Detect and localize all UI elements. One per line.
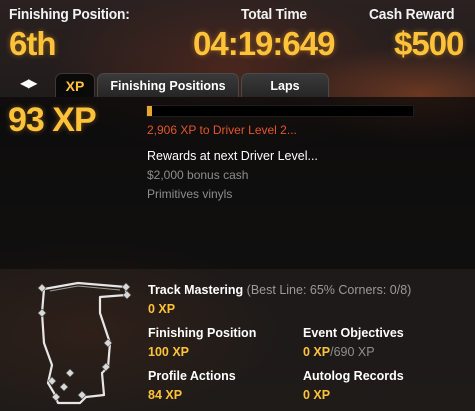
reward-item: Primitives vinyls [147, 187, 233, 201]
tab-xp[interactable]: XP [55, 73, 95, 97]
finishing-position-xp-value: 100 XP [148, 345, 190, 359]
autolog-records-label: Autolog Records [303, 369, 404, 383]
event-objectives-row: 0 XP/690 XP [303, 345, 375, 359]
cash-reward-value: $500 [394, 25, 464, 62]
reward-item: $2,000 bonus cash [147, 168, 249, 182]
tab-bar: ◀▶ XP Finishing Positions Laps [0, 73, 475, 97]
finishing-position-xp-label: Finishing Position [148, 326, 257, 340]
profile-actions-label: Profile Actions [148, 369, 236, 383]
rewards-title: Rewards at next Driver Level... [147, 149, 318, 163]
event-objectives-label: Event Objectives [303, 326, 404, 340]
track-mastering-value: 0 XP [148, 302, 176, 316]
xp-earned: 93 XP [8, 101, 97, 139]
event-objectives-value: 0 XP [303, 345, 331, 359]
track-map [30, 273, 140, 411]
autolog-records-value: 0 XP [303, 388, 331, 402]
driver-level-progress-fill [147, 106, 153, 116]
finishing-position-label: Finishing Position: [9, 6, 130, 23]
tab-laps[interactable]: Laps [241, 73, 329, 97]
track-mastering-row: Track Mastering (Best Line: 65% Corners:… [148, 283, 411, 297]
left-right-arrows-icon[interactable]: ◀▶ [20, 76, 37, 90]
cash-reward-label: Cash Reward [369, 6, 455, 23]
xp-to-next-level: 2,906 XP to Driver Level 2... [147, 123, 297, 137]
track-mastering-detail: (Best Line: 65% Corners: 0/8) [246, 283, 412, 297]
track-map-icon [37, 281, 132, 405]
total-time-label: Total Time [241, 6, 307, 23]
finishing-position-value: 6th [9, 25, 56, 62]
event-objectives-total: /690 XP [330, 345, 375, 359]
tab-finishing-positions[interactable]: Finishing Positions [97, 73, 239, 97]
track-mastering-label: Track Mastering [148, 283, 244, 297]
driver-level-progress-bar [146, 105, 414, 117]
total-time-value: 04:19:649 [193, 25, 335, 62]
profile-actions-value: 84 XP [148, 388, 183, 402]
